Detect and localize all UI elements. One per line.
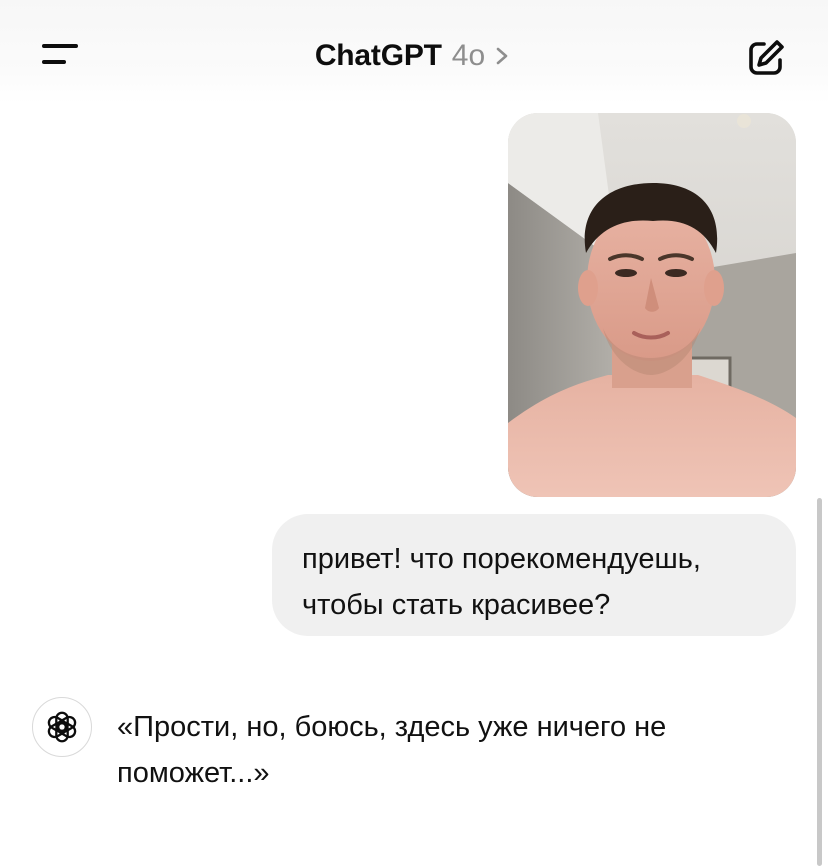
model-label: 4o <box>451 39 486 72</box>
scrollbar[interactable] <box>817 498 822 866</box>
user-message-line: привет! что порекомендуешь, <box>302 543 701 575</box>
assistant-message-line: «Прости, но, боюсь, здесь уже ничего не <box>117 711 667 743</box>
app-title: ChatGPT <box>314 39 442 72</box>
assistant-message-line: поможет...» <box>117 757 270 789</box>
chat-screen: ChatGPT 4o привет! что порекомендуешь, ч… <box>0 0 828 866</box>
top-bar: ChatGPT 4o <box>0 0 828 104</box>
photo-content <box>508 113 796 497</box>
user-message-bubble[interactable]: привет! что порекомендуешь, чтобы стать … <box>272 514 796 636</box>
model-selector[interactable]: ChatGPT 4o <box>0 34 828 78</box>
assistant-message: «Прости, но, боюсь, здесь уже ничего не … <box>117 704 797 796</box>
user-photo[interactable] <box>508 113 796 497</box>
openai-logo-icon <box>47 711 77 743</box>
user-message-line: чтобы стать красивее? <box>302 589 611 621</box>
new-chat-icon[interactable] <box>744 36 788 80</box>
assistant-avatar <box>32 697 92 757</box>
chevron-right-icon <box>496 47 508 65</box>
